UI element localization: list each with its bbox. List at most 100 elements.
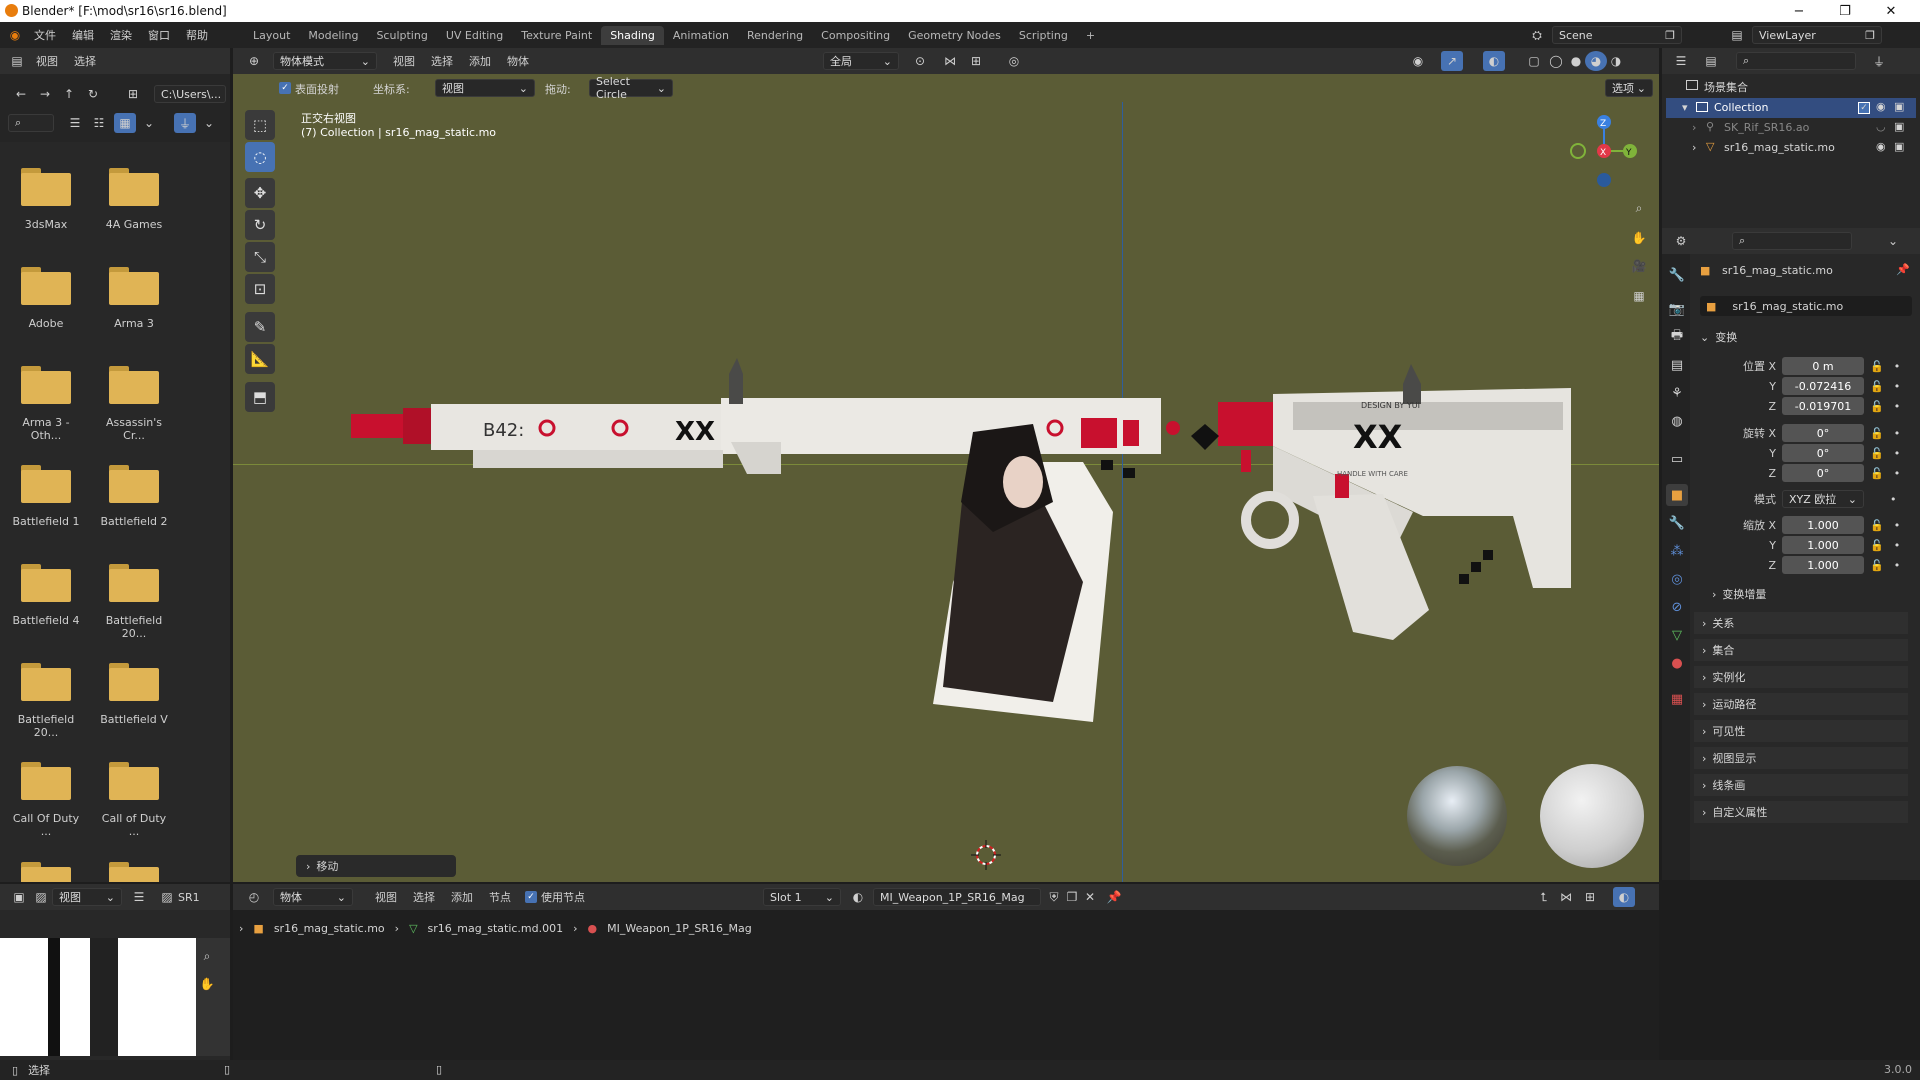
rendered-shading-icon[interactable]: ◑ bbox=[1605, 51, 1627, 71]
object-mode-dropdown[interactable]: 物体模式 ⌄ bbox=[273, 52, 377, 70]
folder-item[interactable]: Battlefield 20... bbox=[8, 663, 84, 739]
zoom-icon[interactable]: ⌕ bbox=[1627, 196, 1651, 220]
new-folder-icon[interactable]: ⊞ bbox=[122, 84, 144, 104]
menu-edit[interactable]: 编辑 bbox=[64, 27, 102, 43]
delta-transform-header[interactable]: › 变换增量 bbox=[1712, 586, 1766, 602]
folder-item[interactable]: 3dsMax bbox=[8, 168, 84, 231]
folder-item[interactable]: 4A Games bbox=[96, 168, 172, 231]
rotation-z-field[interactable]: 0° bbox=[1782, 464, 1864, 482]
editor-type-icon[interactable]: ☰ bbox=[1670, 51, 1692, 71]
node-menu-add[interactable]: 添加 bbox=[443, 889, 481, 905]
keyframe-dot-icon[interactable]: • bbox=[1894, 539, 1901, 552]
material-slot-dropdown[interactable]: Slot 1 ⌄ bbox=[763, 888, 841, 906]
use-nodes-checkbox[interactable]: ✓ bbox=[525, 891, 537, 903]
lock-icon[interactable]: 🔓 bbox=[1870, 519, 1884, 532]
viewport-menu-add[interactable]: 添加 bbox=[461, 53, 499, 69]
ortho-grid-icon[interactable]: ▦ bbox=[1627, 284, 1651, 308]
tab-modeling[interactable]: Modeling bbox=[299, 26, 367, 45]
material-browse-icon[interactable]: ◐ bbox=[847, 887, 869, 907]
blender-menu-icon[interactable]: ◉ bbox=[4, 25, 26, 45]
view-layer-selector[interactable]: ViewLayer ❐ bbox=[1752, 26, 1882, 44]
pin-icon[interactable]: 📌 bbox=[1896, 263, 1910, 276]
tab-shading[interactable]: Shading bbox=[601, 25, 664, 45]
lock-icon[interactable]: 🔓 bbox=[1870, 467, 1884, 480]
tab-rendering[interactable]: Rendering bbox=[738, 26, 812, 45]
section-motion-paths[interactable]: › 运动路径 bbox=[1694, 693, 1908, 715]
keyframe-dot-icon[interactable]: • bbox=[1894, 400, 1901, 413]
location-x-field[interactable]: 0 m bbox=[1782, 357, 1864, 375]
snap-target-icon[interactable]: ⊞ bbox=[965, 51, 987, 71]
lock-icon[interactable]: 🔓 bbox=[1870, 427, 1884, 440]
chevron-down-icon[interactable]: ⌄ bbox=[198, 113, 220, 133]
tab-scripting[interactable]: Scripting bbox=[1010, 26, 1077, 45]
gizmo-toggle-icon[interactable]: ↗ bbox=[1441, 51, 1463, 71]
restore-button[interactable]: ❐ bbox=[1822, 0, 1868, 22]
close-button[interactable]: ✕ bbox=[1868, 0, 1914, 22]
properties-search-input[interactable]: ⌕ bbox=[1732, 232, 1852, 250]
location-z-field[interactable]: -0.019701 bbox=[1782, 397, 1864, 415]
eye-icon[interactable]: ◉ bbox=[1876, 100, 1886, 113]
filter-icon[interactable]: ⏚ bbox=[174, 113, 196, 133]
surface-project-checkbox[interactable]: ✓ bbox=[279, 82, 291, 94]
rotation-mode-dropdown[interactable]: XYZ 欧拉 ⌄ bbox=[1782, 490, 1864, 508]
display-mode-icon[interactable]: ▤ bbox=[1700, 51, 1722, 71]
outliner-search-input[interactable]: ⌕ bbox=[1736, 52, 1856, 70]
wireframe-shading-icon[interactable]: ◯ bbox=[1545, 51, 1567, 71]
keyframe-dot-icon[interactable]: • bbox=[1894, 360, 1901, 373]
viewport-menu-view[interactable]: 视图 bbox=[385, 53, 423, 69]
section-line-art[interactable]: › 线条画 bbox=[1694, 774, 1908, 796]
tab-compositing[interactable]: Compositing bbox=[812, 26, 899, 45]
menu-file[interactable]: 文件 bbox=[26, 27, 64, 43]
tab-sculpting[interactable]: Sculpting bbox=[367, 26, 436, 45]
lock-icon[interactable]: 🔓 bbox=[1870, 400, 1884, 413]
chevron-down-icon[interactable]: ⌄ bbox=[1882, 231, 1904, 251]
section-visibility[interactable]: › 可见性 bbox=[1694, 720, 1908, 742]
object-tab-icon[interactable]: ■ bbox=[1666, 484, 1688, 506]
editor-type-icon[interactable]: ⚙ bbox=[1670, 231, 1692, 251]
keyframe-dot-icon[interactable]: • bbox=[1894, 427, 1901, 440]
physics-tab-icon[interactable]: ◎ bbox=[1666, 568, 1688, 590]
material-tab-icon[interactable]: ● bbox=[1666, 652, 1688, 674]
folder-item[interactable]: Assassin's Cr... bbox=[96, 366, 172, 442]
pan-hand-icon[interactable]: ✋ bbox=[196, 974, 218, 994]
folder-item[interactable]: Arma 3 bbox=[96, 267, 172, 330]
folder-item[interactable] bbox=[96, 862, 172, 882]
pivot-icon[interactable]: ⊙ bbox=[909, 51, 931, 71]
folder-item[interactable]: Battlefield 4 bbox=[8, 564, 84, 627]
folder-item[interactable]: Battlefield V bbox=[96, 663, 172, 726]
camera-icon[interactable]: ▣ bbox=[1894, 140, 1904, 153]
detail-view-icon[interactable]: ☷ bbox=[88, 113, 110, 133]
lock-icon[interactable]: 🔓 bbox=[1870, 447, 1884, 460]
particles-tab-icon[interactable]: ⁂ bbox=[1666, 540, 1688, 562]
node-object-dropdown[interactable]: 物体 ⌄ bbox=[273, 888, 353, 906]
tab-geometry-nodes[interactable]: Geometry Nodes bbox=[899, 26, 1010, 45]
image-browse-icon[interactable]: ▨ bbox=[156, 887, 178, 907]
camera-icon[interactable]: ▣ bbox=[1894, 100, 1904, 113]
navigation-gizmo[interactable]: Z Y X bbox=[1564, 108, 1644, 194]
folder-item[interactable]: Call of Duty ... bbox=[96, 762, 172, 838]
material-name-field[interactable]: MI_Weapon_1P_SR16_Mag bbox=[873, 888, 1041, 906]
output-tab-icon[interactable]: 🖶 bbox=[1666, 326, 1688, 348]
object-name-field[interactable]: ■ sr16_mag_static.mo bbox=[1700, 296, 1912, 316]
viewport-menu-select[interactable]: 选择 bbox=[423, 53, 461, 69]
tab-animation[interactable]: Animation bbox=[664, 26, 738, 45]
section-collections[interactable]: › 集合 bbox=[1694, 639, 1908, 661]
viewport-menu-object[interactable]: 物体 bbox=[499, 53, 537, 69]
rotation-y-field[interactable]: 0° bbox=[1782, 444, 1864, 462]
section-viewport-display[interactable]: › 视图显示 bbox=[1694, 747, 1908, 769]
chevron-down-icon[interactable]: ▾ bbox=[1682, 101, 1688, 114]
camera-icon[interactable]: 🎥 bbox=[1627, 254, 1651, 278]
pan-hand-icon[interactable]: ✋ bbox=[1627, 226, 1651, 250]
tab-layout[interactable]: Layout bbox=[244, 26, 299, 45]
view-layer-icon[interactable]: ▤ bbox=[1726, 25, 1748, 45]
outliner-row-collection[interactable]: ▾ Collection ✓ ◉ ▣ bbox=[1666, 98, 1916, 118]
section-instancing[interactable]: › 实例化 bbox=[1694, 666, 1908, 688]
scene-icon[interactable]: ⛭ bbox=[1526, 25, 1548, 45]
node-menu-view[interactable]: 视图 bbox=[367, 889, 405, 905]
image-icon[interactable]: ▨ bbox=[30, 887, 52, 907]
rotation-x-field[interactable]: 0° bbox=[1782, 424, 1864, 442]
keyframe-dot-icon[interactable]: • bbox=[1894, 447, 1901, 460]
node-editor-canvas[interactable]: › ■ sr16_mag_static.mo › ▽ sr16_mag_stat… bbox=[233, 910, 1659, 1060]
minimize-button[interactable]: − bbox=[1776, 0, 1822, 22]
material-shading-icon[interactable]: ◕ bbox=[1585, 51, 1607, 71]
